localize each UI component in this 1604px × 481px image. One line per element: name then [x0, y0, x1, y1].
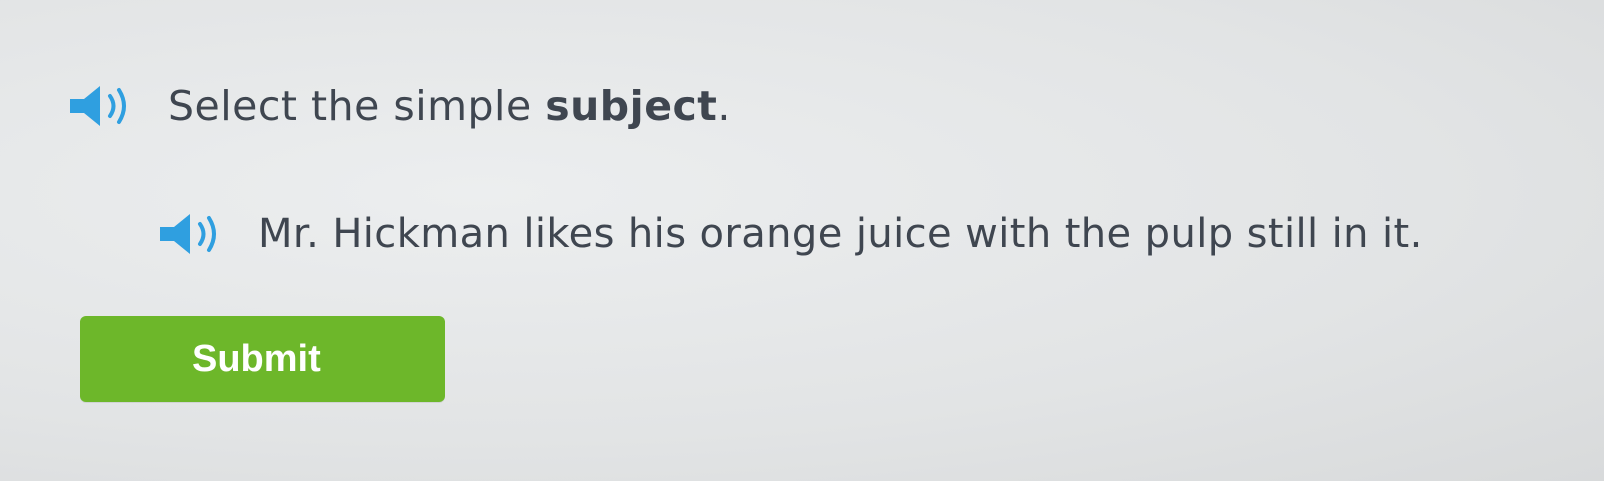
speaker-icon[interactable]	[66, 82, 138, 130]
submit-button[interactable]: Submit	[80, 316, 445, 402]
instruction-row: Select the simple subject.	[66, 78, 731, 134]
instruction-text: Select the simple subject.	[168, 82, 731, 130]
speaker-icon[interactable]	[156, 210, 228, 258]
instruction-suffix: .	[717, 82, 731, 130]
instruction-emphasis: subject	[545, 82, 718, 130]
instruction-prefix: Select the simple	[168, 82, 546, 130]
sentence-text[interactable]: Mr. Hickman likes his orange juice with …	[258, 211, 1423, 257]
sentence-row: Mr. Hickman likes his orange juice with …	[156, 206, 1423, 262]
